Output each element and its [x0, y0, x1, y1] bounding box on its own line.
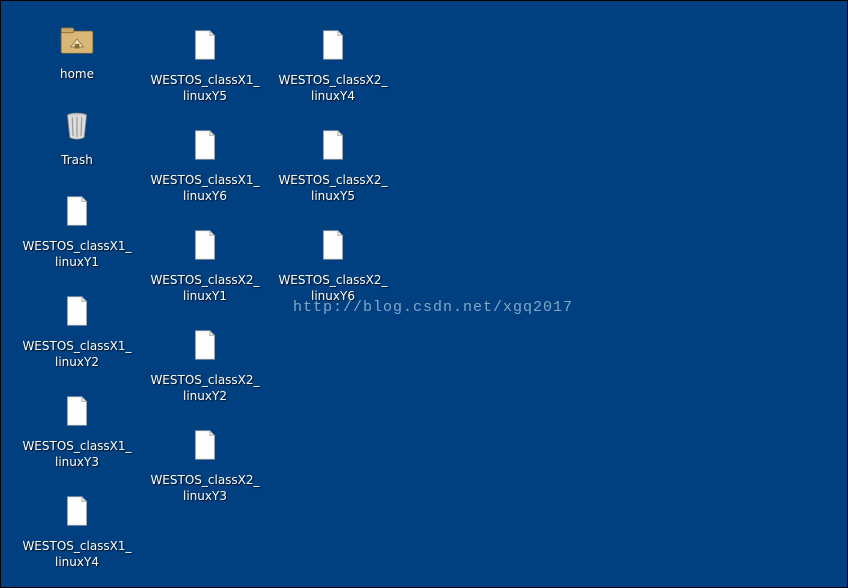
file-icon [181, 321, 229, 369]
desktop-icon-file[interactable]: WESTOS_classX2_ linuxY3 [145, 421, 265, 504]
file-icon [53, 487, 101, 535]
desktop-icon-label: WESTOS_classX2_ linuxY5 [278, 173, 387, 204]
folder-home-icon [53, 15, 101, 63]
desktop-icon-file[interactable]: WESTOS_classX2_ linuxY1 [145, 221, 265, 304]
file-icon [181, 121, 229, 169]
desktop-icon-label: WESTOS_classX2_ linuxY2 [150, 373, 259, 404]
desktop-icon-home[interactable]: home [17, 15, 137, 83]
desktop-icon-file[interactable]: WESTOS_classX1_ linuxY2 [17, 287, 137, 370]
desktop-icon-file[interactable]: WESTOS_classX1_ linuxY6 [145, 121, 265, 204]
desktop-icon-trash[interactable]: Trash [17, 101, 137, 169]
desktop-icon-file[interactable]: WESTOS_classX1_ linuxY3 [17, 387, 137, 470]
desktop-icon-label: WESTOS_classX2_ linuxY1 [150, 273, 259, 304]
desktop-icon-label: WESTOS_classX1_ linuxY5 [150, 73, 259, 104]
desktop-icon-label: WESTOS_classX1_ linuxY4 [22, 539, 131, 570]
desktop-icon-file[interactable]: WESTOS_classX2_ linuxY5 [273, 121, 393, 204]
desktop-icon-label: WESTOS_classX1_ linuxY6 [150, 173, 259, 204]
desktop-icon-label: home [60, 67, 94, 83]
desktop-icon-file[interactable]: WESTOS_classX1_ linuxY1 [17, 187, 137, 270]
desktop-icon-label: WESTOS_classX2_ linuxY3 [150, 473, 259, 504]
file-icon [53, 287, 101, 335]
file-icon [309, 21, 357, 69]
file-icon [181, 421, 229, 469]
desktop-icon-file[interactable]: WESTOS_classX2_ linuxY4 [273, 21, 393, 104]
desktop-icon-file[interactable]: WESTOS_classX2_ linuxY2 [145, 321, 265, 404]
desktop-icon-label: WESTOS_classX1_ linuxY1 [22, 239, 131, 270]
trash-icon [53, 101, 101, 149]
desktop-icon-label: Trash [61, 153, 93, 169]
watermark-text: http://blog.csdn.net/xgq2017 [293, 299, 573, 316]
file-icon [181, 21, 229, 69]
file-icon [309, 121, 357, 169]
file-icon [53, 387, 101, 435]
file-icon [309, 221, 357, 269]
file-icon [53, 187, 101, 235]
desktop-icon-file[interactable]: WESTOS_classX1_ linuxY5 [145, 21, 265, 104]
desktop-icon-file[interactable]: WESTOS_classX1_ linuxY4 [17, 487, 137, 570]
desktop-icon-file[interactable]: WESTOS_classX2_ linuxY6 [273, 221, 393, 304]
file-icon [181, 221, 229, 269]
desktop-icon-label: WESTOS_classX2_ linuxY4 [278, 73, 387, 104]
desktop-icon-label: WESTOS_classX1_ linuxY2 [22, 339, 131, 370]
desktop-icon-label: WESTOS_classX1_ linuxY3 [22, 439, 131, 470]
